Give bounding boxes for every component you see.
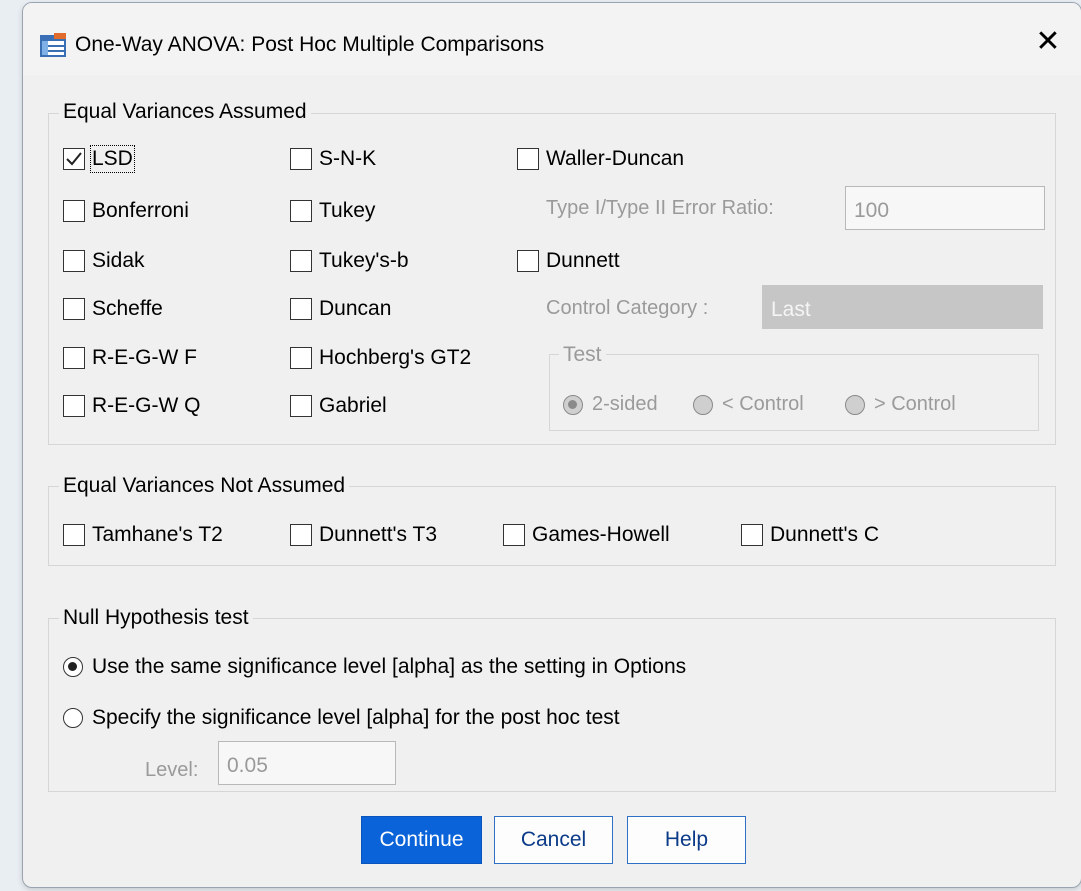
radio-selected-icon (563, 394, 583, 415)
specify-significance-label: Specify the significance level [alpha] f… (92, 706, 620, 729)
test-legend: Test (559, 343, 606, 367)
checkbox-icon (63, 524, 85, 546)
radio-icon (693, 394, 713, 415)
snk-label: S-N-K (319, 147, 377, 170)
dunnetts-t3-checkbox[interactable]: Dunnett's T3 (290, 523, 437, 547)
tukey-label: Tukey (319, 199, 376, 222)
checkbox-icon (63, 250, 85, 272)
close-icon[interactable]: ✕ (1033, 27, 1063, 57)
checkbox-checked-icon (63, 148, 85, 170)
regwf-label: R-E-G-W F (92, 346, 197, 369)
tukey-checkbox[interactable]: Tukey (290, 199, 375, 223)
lsd-checkbox[interactable]: LSD (63, 145, 135, 173)
less-control-label: < Control (722, 393, 804, 415)
control-category-label: Control Category : (546, 297, 709, 319)
spss-app-icon (40, 33, 66, 57)
error-ratio-label: Type I/Type II Error Ratio: (546, 197, 774, 219)
window-title: One-Way ANOVA: Post Hoc Multiple Compari… (75, 33, 545, 56)
cancel-button[interactable]: Cancel (494, 816, 613, 864)
checkbox-icon (290, 250, 312, 272)
games-howell-checkbox[interactable]: Games-Howell (503, 523, 670, 547)
games-howell-label: Games-Howell (532, 523, 670, 546)
continue-button[interactable]: Continue (361, 816, 482, 864)
null-hypothesis-legend: Null Hypothesis test (59, 606, 253, 630)
dialog-window: One-Way ANOVA: Post Hoc Multiple Compari… (22, 2, 1081, 888)
two-sided-label: 2-sided (592, 393, 658, 415)
sidak-label: Sidak (92, 249, 145, 272)
equal-variances-assumed-legend: Equal Variances Assumed (59, 100, 311, 124)
sidak-checkbox[interactable]: Sidak (63, 249, 145, 273)
dunnetts-c-label: Dunnett's C (770, 523, 880, 546)
checkbox-icon (503, 524, 525, 546)
equal-variances-not-assumed-legend: Equal Variances Not Assumed (59, 474, 350, 498)
checkbox-icon (63, 298, 85, 320)
regwq-checkbox[interactable]: R-E-G-W Q (63, 394, 200, 418)
two-sided-radio[interactable]: 2-sided (563, 393, 658, 416)
dunnett-label: Dunnett (546, 249, 620, 272)
gabriel-label: Gabriel (319, 394, 387, 417)
same-significance-radio[interactable]: Use the same significance level [alpha] … (63, 655, 686, 679)
duncan-checkbox[interactable]: Duncan (290, 297, 391, 321)
radio-icon (63, 708, 83, 728)
checkbox-icon (290, 347, 312, 369)
checkbox-icon (517, 148, 539, 170)
control-category-select[interactable]: Last (762, 285, 1043, 329)
scheffe-label: Scheffe (92, 297, 163, 320)
bonferroni-checkbox[interactable]: Bonferroni (63, 199, 189, 223)
error-ratio-input[interactable]: 100 (845, 186, 1045, 230)
greater-control-label: > Control (874, 393, 956, 415)
tukeys-b-label: Tukey's-b (319, 249, 409, 272)
checkbox-icon (290, 298, 312, 320)
radio-selected-icon (63, 657, 83, 677)
hochberg-label: Hochberg's GT2 (319, 346, 472, 369)
title-bar: One-Way ANOVA: Post Hoc Multiple Compari… (23, 3, 1081, 75)
same-significance-label: Use the same significance level [alpha] … (92, 655, 687, 678)
snk-checkbox[interactable]: S-N-K (290, 147, 376, 171)
tamhane-label: Tamhane's T2 (92, 523, 223, 546)
dunnetts-c-checkbox[interactable]: Dunnett's C (741, 523, 879, 547)
less-control-radio[interactable]: < Control (693, 393, 804, 416)
greater-control-radio[interactable]: > Control (845, 393, 956, 416)
hochberg-checkbox[interactable]: Hochberg's GT2 (290, 346, 471, 370)
dunnetts-t3-label: Dunnett's T3 (319, 523, 438, 546)
lsd-label: LSD (90, 145, 135, 173)
regwq-label: R-E-G-W Q (92, 394, 201, 417)
checkbox-icon (63, 200, 85, 222)
checkbox-icon (63, 395, 85, 417)
gabriel-checkbox[interactable]: Gabriel (290, 394, 387, 418)
checkbox-icon (290, 148, 312, 170)
checkbox-icon (290, 200, 312, 222)
level-input[interactable]: 0.05 (218, 741, 396, 785)
duncan-label: Duncan (319, 297, 392, 320)
tamhane-checkbox[interactable]: Tamhane's T2 (63, 523, 223, 547)
tukeys-b-checkbox[interactable]: Tukey's-b (290, 249, 409, 273)
checkbox-icon (517, 250, 539, 272)
level-label: Level: (145, 759, 199, 781)
regwf-checkbox[interactable]: R-E-G-W F (63, 346, 197, 370)
scheffe-checkbox[interactable]: Scheffe (63, 297, 163, 321)
null-hypothesis-group (48, 618, 1056, 792)
specify-significance-radio[interactable]: Specify the significance level [alpha] f… (63, 706, 620, 730)
checkbox-icon (741, 524, 763, 546)
help-button[interactable]: Help (627, 816, 746, 864)
checkbox-icon (290, 395, 312, 417)
radio-icon (845, 394, 865, 415)
checkbox-icon (290, 524, 312, 546)
bonferroni-label: Bonferroni (92, 199, 189, 222)
dunnett-checkbox[interactable]: Dunnett (517, 249, 620, 273)
waller-duncan-label: Waller-Duncan (546, 147, 685, 170)
waller-duncan-checkbox[interactable]: Waller-Duncan (517, 147, 684, 171)
checkbox-icon (63, 347, 85, 369)
